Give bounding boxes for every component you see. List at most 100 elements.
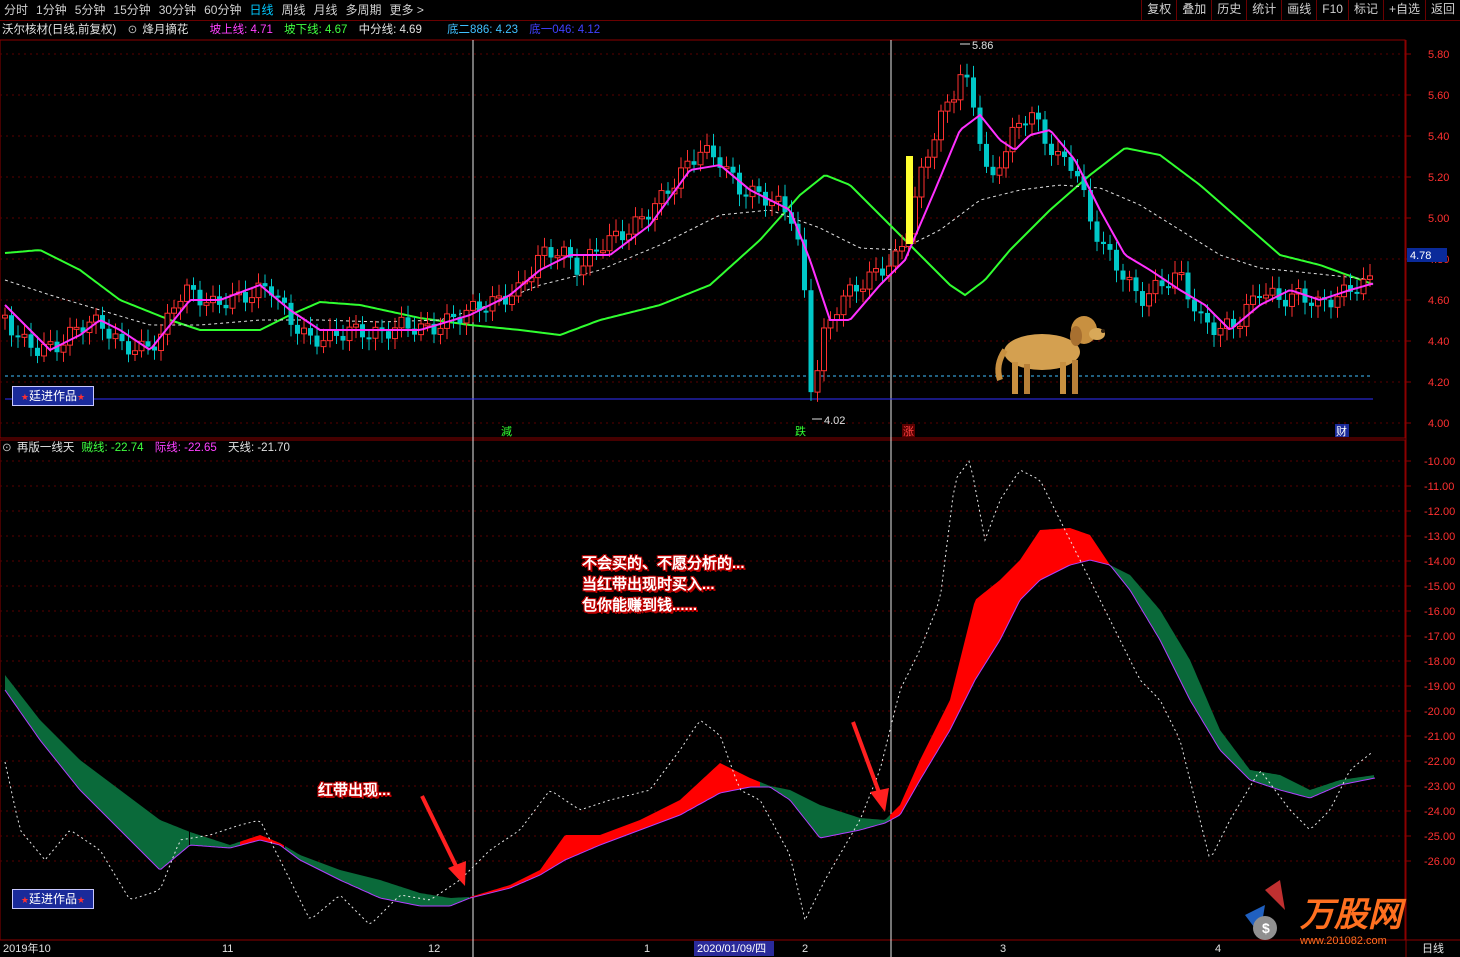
- candle-down[interactable]: [126, 341, 131, 355]
- candle-up[interactable]: [1289, 293, 1295, 307]
- candle-down[interactable]: [1205, 312, 1210, 323]
- candle-down[interactable]: [15, 335, 21, 338]
- candle-up[interactable]: [327, 329, 333, 342]
- candle-up[interactable]: [437, 327, 444, 335]
- candle-down[interactable]: [1354, 291, 1360, 294]
- candle-down[interactable]: [1062, 151, 1067, 158]
- candle-up[interactable]: [613, 230, 619, 237]
- candle-up[interactable]: [1269, 287, 1276, 296]
- candle-up[interactable]: [775, 195, 782, 202]
- candle-up[interactable]: [587, 249, 593, 267]
- candle-down[interactable]: [288, 302, 294, 325]
- candle-up[interactable]: [203, 302, 210, 306]
- candle-up[interactable]: [847, 284, 853, 297]
- candle-down[interactable]: [314, 335, 320, 347]
- candle-up[interactable]: [899, 245, 905, 252]
- candle-up[interactable]: [918, 166, 925, 198]
- candle-up[interactable]: [1367, 275, 1373, 280]
- candle-up[interactable]: [1263, 294, 1269, 299]
- candle-up[interactable]: [177, 300, 184, 309]
- candle-up[interactable]: [821, 327, 827, 372]
- candle-down[interactable]: [1075, 170, 1080, 177]
- candle-up[interactable]: [249, 297, 255, 304]
- candle-down[interactable]: [620, 231, 625, 241]
- candle-down[interactable]: [665, 190, 671, 194]
- candle-up[interactable]: [827, 319, 834, 329]
- candle-down[interactable]: [880, 268, 885, 276]
- candle-down[interactable]: [1120, 270, 1126, 280]
- candle-down[interactable]: [990, 166, 996, 176]
- candle-up[interactable]: [951, 99, 957, 103]
- candle-up[interactable]: [1029, 112, 1035, 125]
- candle-up[interactable]: [684, 160, 691, 169]
- candle-up[interactable]: [1178, 272, 1185, 276]
- candle-up[interactable]: [840, 295, 847, 316]
- candle-up[interactable]: [509, 295, 515, 306]
- candle-up[interactable]: [372, 326, 379, 339]
- candle-down[interactable]: [197, 289, 203, 306]
- candle-up[interactable]: [171, 307, 177, 314]
- candle-down[interactable]: [1023, 123, 1028, 126]
- candle-down[interactable]: [223, 304, 229, 309]
- candle-down[interactable]: [1283, 299, 1288, 307]
- candle-down[interactable]: [574, 257, 580, 275]
- candle-down[interactable]: [191, 285, 196, 290]
- candle-down[interactable]: [756, 186, 762, 192]
- candle-up[interactable]: [860, 288, 866, 292]
- candle-up[interactable]: [132, 350, 138, 355]
- candle-up[interactable]: [704, 145, 710, 153]
- candle-up[interactable]: [21, 333, 28, 338]
- candle-up[interactable]: [931, 139, 938, 158]
- candle-down[interactable]: [1192, 299, 1197, 312]
- candle-up[interactable]: [73, 326, 80, 330]
- candle-up[interactable]: [470, 300, 476, 311]
- candle-down[interactable]: [1133, 277, 1139, 292]
- candle-up[interactable]: [67, 326, 73, 346]
- candle-down[interactable]: [1328, 299, 1334, 308]
- candle-up[interactable]: [600, 250, 606, 254]
- candle-up[interactable]: [353, 323, 359, 328]
- candle-up[interactable]: [112, 333, 119, 340]
- candle-up[interactable]: [1146, 293, 1152, 307]
- candle-up[interactable]: [606, 235, 613, 252]
- candle-up[interactable]: [496, 295, 502, 299]
- candle-down[interactable]: [594, 249, 599, 252]
- candle-down[interactable]: [243, 292, 248, 303]
- candle-down[interactable]: [743, 194, 749, 197]
- candle-up[interactable]: [184, 284, 190, 302]
- candle-up[interactable]: [912, 196, 918, 235]
- candle-up[interactable]: [398, 316, 405, 329]
- candle-up[interactable]: [632, 216, 639, 235]
- candle-up[interactable]: [580, 265, 587, 276]
- candle-down[interactable]: [1107, 244, 1113, 250]
- candle-down[interactable]: [1309, 302, 1314, 306]
- candle-down[interactable]: [1211, 322, 1217, 335]
- candle-down[interactable]: [340, 335, 346, 341]
- candle-down[interactable]: [35, 347, 40, 356]
- candle-up[interactable]: [1152, 279, 1159, 295]
- candle-down[interactable]: [282, 297, 287, 303]
- candle-down[interactable]: [1101, 241, 1106, 245]
- candlesticks[interactable]: [2, 63, 1373, 402]
- candle-up[interactable]: [2, 314, 8, 319]
- candle-up[interactable]: [561, 246, 567, 257]
- candle-down[interactable]: [366, 337, 372, 340]
- candle-down[interactable]: [1114, 249, 1119, 271]
- candle-up[interactable]: [320, 340, 327, 348]
- candle-up[interactable]: [1126, 276, 1133, 281]
- candle-up[interactable]: [697, 151, 704, 166]
- candle-down[interactable]: [1068, 157, 1074, 171]
- candle-up[interactable]: [1237, 325, 1243, 329]
- candle-down[interactable]: [691, 161, 697, 165]
- candle-up[interactable]: [1003, 151, 1009, 169]
- candle-up[interactable]: [60, 344, 67, 353]
- candle-up[interactable]: [301, 327, 307, 335]
- candle-up[interactable]: [996, 167, 1003, 176]
- candle-down[interactable]: [308, 328, 313, 336]
- candle-down[interactable]: [386, 331, 391, 339]
- candle-down[interactable]: [1257, 296, 1262, 299]
- candle-up[interactable]: [944, 101, 951, 112]
- candle-up[interactable]: [866, 271, 873, 290]
- candle-up[interactable]: [1250, 295, 1256, 305]
- candle-up[interactable]: [892, 250, 899, 267]
